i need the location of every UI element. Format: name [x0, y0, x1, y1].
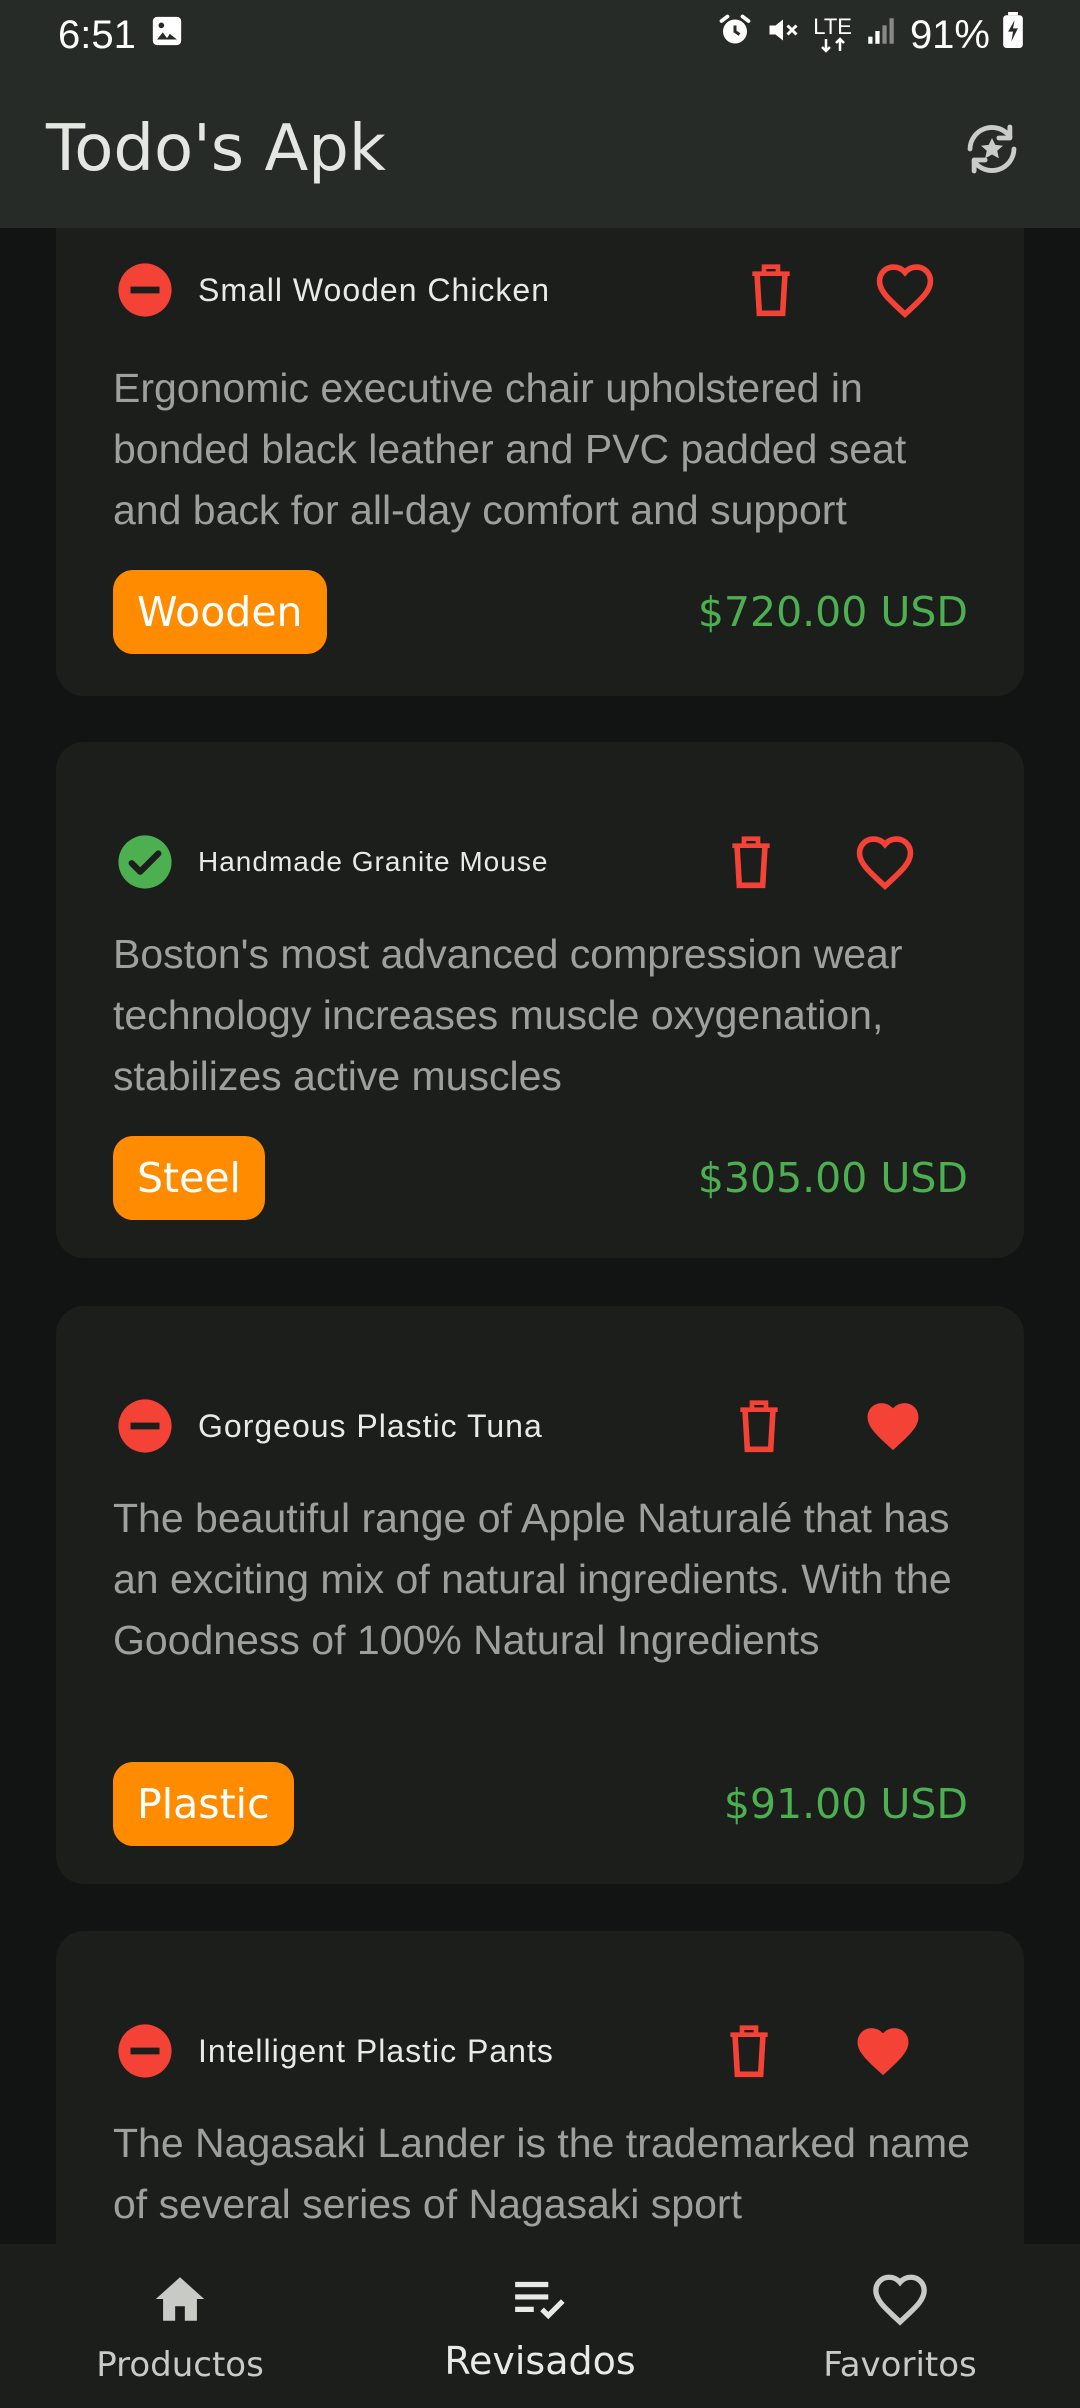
product-name: Small Wooden Chicken — [198, 271, 551, 308]
heart-outline-icon[interactable] — [870, 255, 940, 325]
material-tag: Steel — [113, 1136, 265, 1220]
heart-outline-icon[interactable] — [850, 827, 920, 897]
product-list[interactable]: Small Wooden Chicken Ergonomic executive… — [0, 228, 1080, 2244]
mute-icon — [765, 12, 801, 58]
heart-filled-icon[interactable] — [848, 2016, 918, 2086]
status-time: 6:51 — [58, 12, 136, 57]
nav-label: Revisados — [444, 2339, 636, 2383]
product-price: $91.00 USD — [723, 1780, 968, 1828]
app-title: Todo's Apk — [46, 112, 386, 186]
remove-circle-icon[interactable] — [116, 2022, 174, 2080]
alarm-icon — [717, 12, 753, 58]
nav-label: Favoritos — [823, 2345, 977, 2385]
home-icon — [151, 2272, 209, 2331]
heart-filled-icon[interactable] — [858, 1391, 928, 1461]
refresh-icon[interactable] — [956, 113, 1028, 185]
product-description: Ergonomic executive chair upholstered in… — [113, 365, 907, 533]
nav-item-productos[interactable]: Productos — [0, 2244, 360, 2408]
delete-icon[interactable] — [724, 1391, 794, 1461]
image-icon — [150, 13, 184, 58]
signal-icon — [864, 13, 898, 58]
nav-item-revisados[interactable]: Revisados — [360, 2244, 720, 2408]
app-bar: Todo's Apk — [0, 70, 1080, 228]
status-right: LTE 91% — [717, 12, 1024, 58]
card-header: Intelligent Plastic Pants — [116, 2011, 974, 2091]
product-description: Boston's most advanced compression wear … — [113, 931, 903, 1099]
heart-outline-icon — [871, 2272, 929, 2331]
card-header: Gorgeous Plastic Tuna — [116, 1386, 974, 1466]
delete-icon[interactable] — [714, 2016, 784, 2086]
remove-circle-icon[interactable] — [116, 261, 174, 319]
delete-icon[interactable] — [736, 255, 806, 325]
remove-circle-icon[interactable] — [116, 1397, 174, 1455]
checklist-icon — [511, 2272, 569, 2331]
battery-icon — [1002, 12, 1024, 58]
check-circle-icon[interactable] — [116, 833, 174, 891]
product-card[interactable]: Small Wooden Chicken Ergonomic executive… — [56, 228, 1024, 696]
product-card[interactable]: Gorgeous Plastic Tuna The beautiful rang… — [56, 1306, 1024, 1884]
delete-icon[interactable] — [716, 827, 786, 897]
status-bar: 6:51 LTE 91% — [0, 0, 1080, 70]
product-card[interactable]: Intelligent Plastic Pants The Nagasaki L… — [56, 1931, 1024, 2244]
card-header: Small Wooden Chicken — [116, 250, 974, 330]
nav-label: Productos — [96, 2345, 264, 2385]
product-description: The beautiful range of Apple Naturalé th… — [113, 1495, 952, 1663]
product-price: $305.00 USD — [697, 1154, 968, 1202]
nav-item-favoritos[interactable]: Favoritos — [720, 2244, 1080, 2408]
network-type: LTE — [813, 14, 852, 39]
material-tag: Plastic — [113, 1762, 294, 1846]
card-header: Handmade Granite Mouse — [116, 822, 974, 902]
product-price: $720.00 USD — [697, 588, 968, 636]
product-description: The Nagasaki Lander is the trademarked n… — [113, 2120, 970, 2227]
battery-level: 91% — [909, 12, 990, 57]
status-left: 6:51 — [58, 13, 184, 58]
product-card[interactable]: Handmade Granite Mouse Boston's most adv… — [56, 742, 1024, 1258]
material-tag: Wooden — [113, 570, 327, 654]
lte-icon: LTE — [813, 14, 852, 53]
bottom-navigation: Productos Revisados Favoritos — [0, 2244, 1080, 2408]
